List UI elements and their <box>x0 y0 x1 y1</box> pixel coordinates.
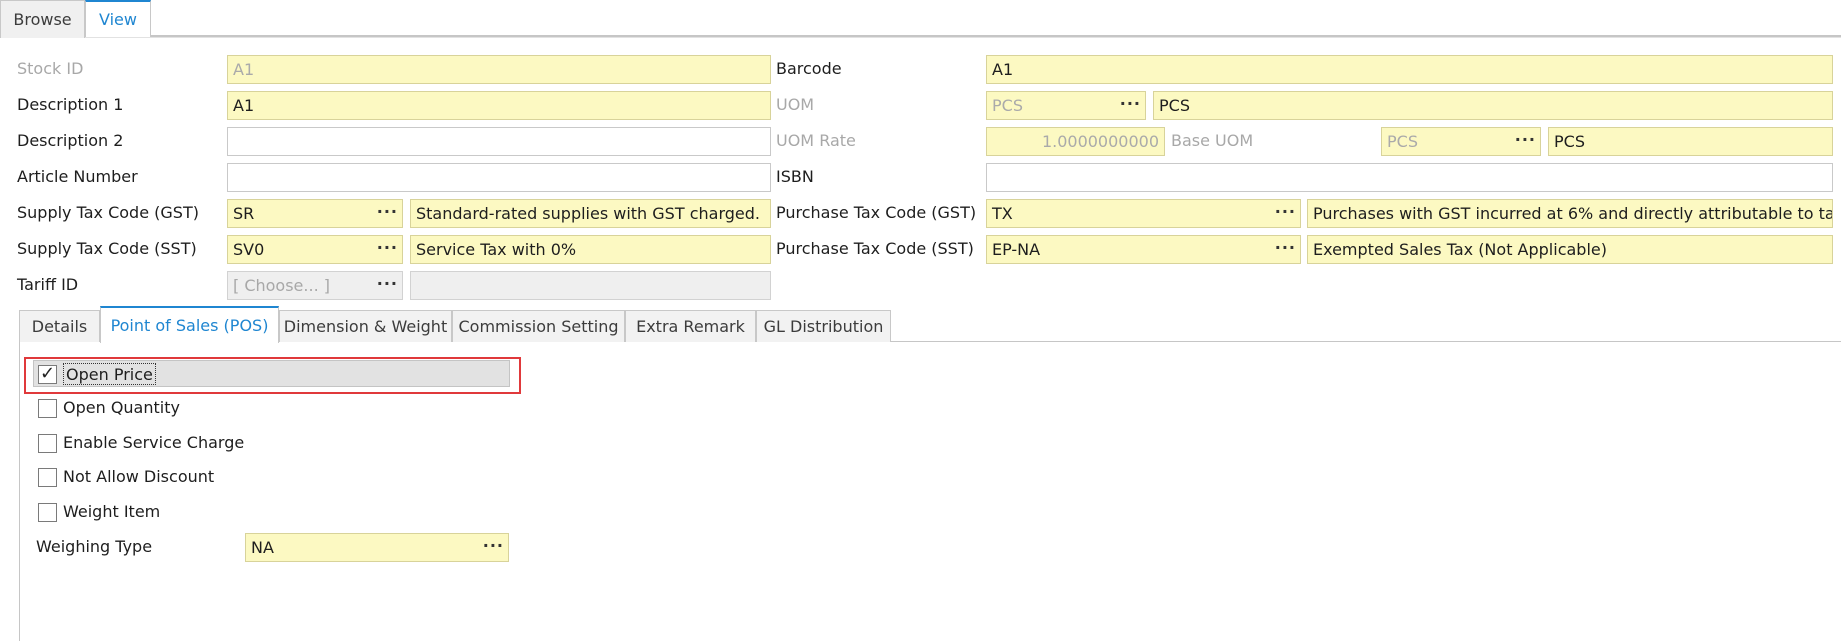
supply-gst-lookup-icon[interactable]: ··· <box>377 200 398 227</box>
supply-sst-desc-field: Service Tax with 0% <box>410 235 771 264</box>
top-tab-strip-line-2 <box>0 37 1841 38</box>
supply-gst-desc-field: Standard-rated supplies with GST charged… <box>410 199 771 228</box>
description1-field[interactable]: A1 <box>227 91 771 120</box>
supply-sst-code: SV0 <box>233 240 265 259</box>
article-number-field[interactable] <box>227 163 771 192</box>
tab-details-label: Details <box>31 317 88 336</box>
stock-id-label: Stock ID <box>17 59 84 78</box>
purchase-sst-lookup-icon[interactable]: ··· <box>1275 236 1296 263</box>
base-uom-code: PCS <box>1387 132 1418 151</box>
base-uom-desc-field: PCS <box>1548 127 1833 156</box>
base-uom-lookup-icon[interactable]: ··· <box>1515 128 1536 155</box>
supply-gst-code-field[interactable]: SR ··· <box>227 199 403 228</box>
tab-gl-distribution[interactable]: GL Distribution <box>756 310 891 342</box>
description2-field[interactable] <box>227 127 771 156</box>
enable-service-charge-label[interactable]: Enable Service Charge <box>63 432 244 454</box>
weighing-type-label: Weighing Type <box>36 537 153 556</box>
tab-details[interactable]: Details <box>19 310 100 342</box>
uom-lookup-icon[interactable]: ··· <box>1120 92 1141 119</box>
uom-desc-field: PCS <box>1153 91 1833 120</box>
not-allow-discount-checkbox[interactable] <box>38 467 57 487</box>
enable-service-charge-checkbox-row[interactable]: Enable Service Charge <box>38 430 244 456</box>
weighing-type-value: NA <box>251 538 274 557</box>
article-number-label: Article Number <box>17 167 138 186</box>
barcode-label: Barcode <box>776 59 842 78</box>
base-uom-label: Base UOM <box>1171 131 1254 150</box>
tab-browse[interactable]: Browse <box>0 0 85 38</box>
barcode-field[interactable]: A1 <box>986 55 1833 84</box>
weight-item-label[interactable]: Weight Item <box>63 501 160 523</box>
tab-extra-remark[interactable]: Extra Remark <box>625 310 756 342</box>
purchase-sst-code-field[interactable]: EP-NA ··· <box>986 235 1301 264</box>
uom-code: PCS <box>992 96 1023 115</box>
tab-view-label: View <box>99 10 137 29</box>
purchase-gst-code-field[interactable]: TX ··· <box>986 199 1301 228</box>
tariff-label: Tariff ID <box>17 275 79 294</box>
tab-view[interactable]: View <box>85 0 151 37</box>
tab-dimension-weight-label: Dimension & Weight <box>283 317 448 336</box>
description2-label: Description 2 <box>17 131 124 150</box>
base-uom-code-field[interactable]: PCS ··· <box>1381 127 1541 156</box>
purchase-sst-desc-field: Exempted Sales Tax (Not Applicable) <box>1307 235 1833 264</box>
tariff-lookup-icon[interactable]: ··· <box>377 272 398 299</box>
purchase-gst-label: Purchase Tax Code (GST) <box>776 203 977 222</box>
uom-rate-label: UOM Rate <box>776 131 856 150</box>
purchase-gst-desc-field: Purchases with GST incurred at 6% and di… <box>1307 199 1833 228</box>
not-allow-discount-checkbox-row[interactable]: Not Allow Discount <box>38 464 214 490</box>
weighing-type-field[interactable]: NA ··· <box>245 533 509 562</box>
open-quantity-checkbox-row[interactable]: Open Quantity <box>38 395 180 421</box>
stock-id-field[interactable]: A1 <box>227 55 771 84</box>
uom-label: UOM <box>776 95 815 114</box>
supply-sst-code-field[interactable]: SV0 ··· <box>227 235 403 264</box>
tab-gl-distribution-label: GL Distribution <box>763 317 884 336</box>
uom-code-field[interactable]: PCS ··· <box>986 91 1146 120</box>
enable-service-charge-checkbox[interactable] <box>38 433 57 453</box>
not-allow-discount-label[interactable]: Not Allow Discount <box>63 466 214 488</box>
isbn-label: ISBN <box>776 167 814 186</box>
open-quantity-checkbox[interactable] <box>38 398 57 418</box>
description1-label: Description 1 <box>17 95 124 114</box>
weighing-type-lookup-icon[interactable]: ··· <box>483 534 504 561</box>
purchase-gst-lookup-icon[interactable]: ··· <box>1275 200 1296 227</box>
weight-item-checkbox-row[interactable]: Weight Item <box>38 499 160 525</box>
tab-pos[interactable]: Point of Sales (POS) <box>100 306 279 343</box>
supply-sst-lookup-icon[interactable]: ··· <box>377 236 398 263</box>
open-quantity-label[interactable]: Open Quantity <box>63 397 180 419</box>
purchase-gst-code: TX <box>992 204 1013 223</box>
supply-gst-code: SR <box>233 204 255 223</box>
purchase-sst-label: Purchase Tax Code (SST) <box>776 239 974 258</box>
tariff-desc-field <box>410 271 771 300</box>
tab-pos-label: Point of Sales (POS) <box>110 316 269 335</box>
uom-rate-field[interactable]: 1.0000000000 <box>986 127 1165 156</box>
tab-commission-setting-label: Commission Setting <box>458 317 619 336</box>
supply-gst-label: Supply Tax Code (GST) <box>17 203 199 222</box>
weight-item-checkbox[interactable] <box>38 502 57 522</box>
tab-extra-remark-label: Extra Remark <box>636 317 745 336</box>
isbn-field[interactable] <box>986 163 1833 192</box>
tab-dimension-weight[interactable]: Dimension & Weight <box>279 310 452 342</box>
tab-browse-label: Browse <box>13 10 72 29</box>
tariff-placeholder: [ Choose... ] <box>233 276 330 295</box>
purchase-sst-code: EP-NA <box>992 240 1041 259</box>
highlight-annotation-box <box>24 357 521 394</box>
tariff-code-field[interactable]: [ Choose... ] ··· <box>227 271 403 300</box>
tab-commission-setting[interactable]: Commission Setting <box>452 310 625 342</box>
supply-sst-label: Supply Tax Code (SST) <box>17 239 197 258</box>
